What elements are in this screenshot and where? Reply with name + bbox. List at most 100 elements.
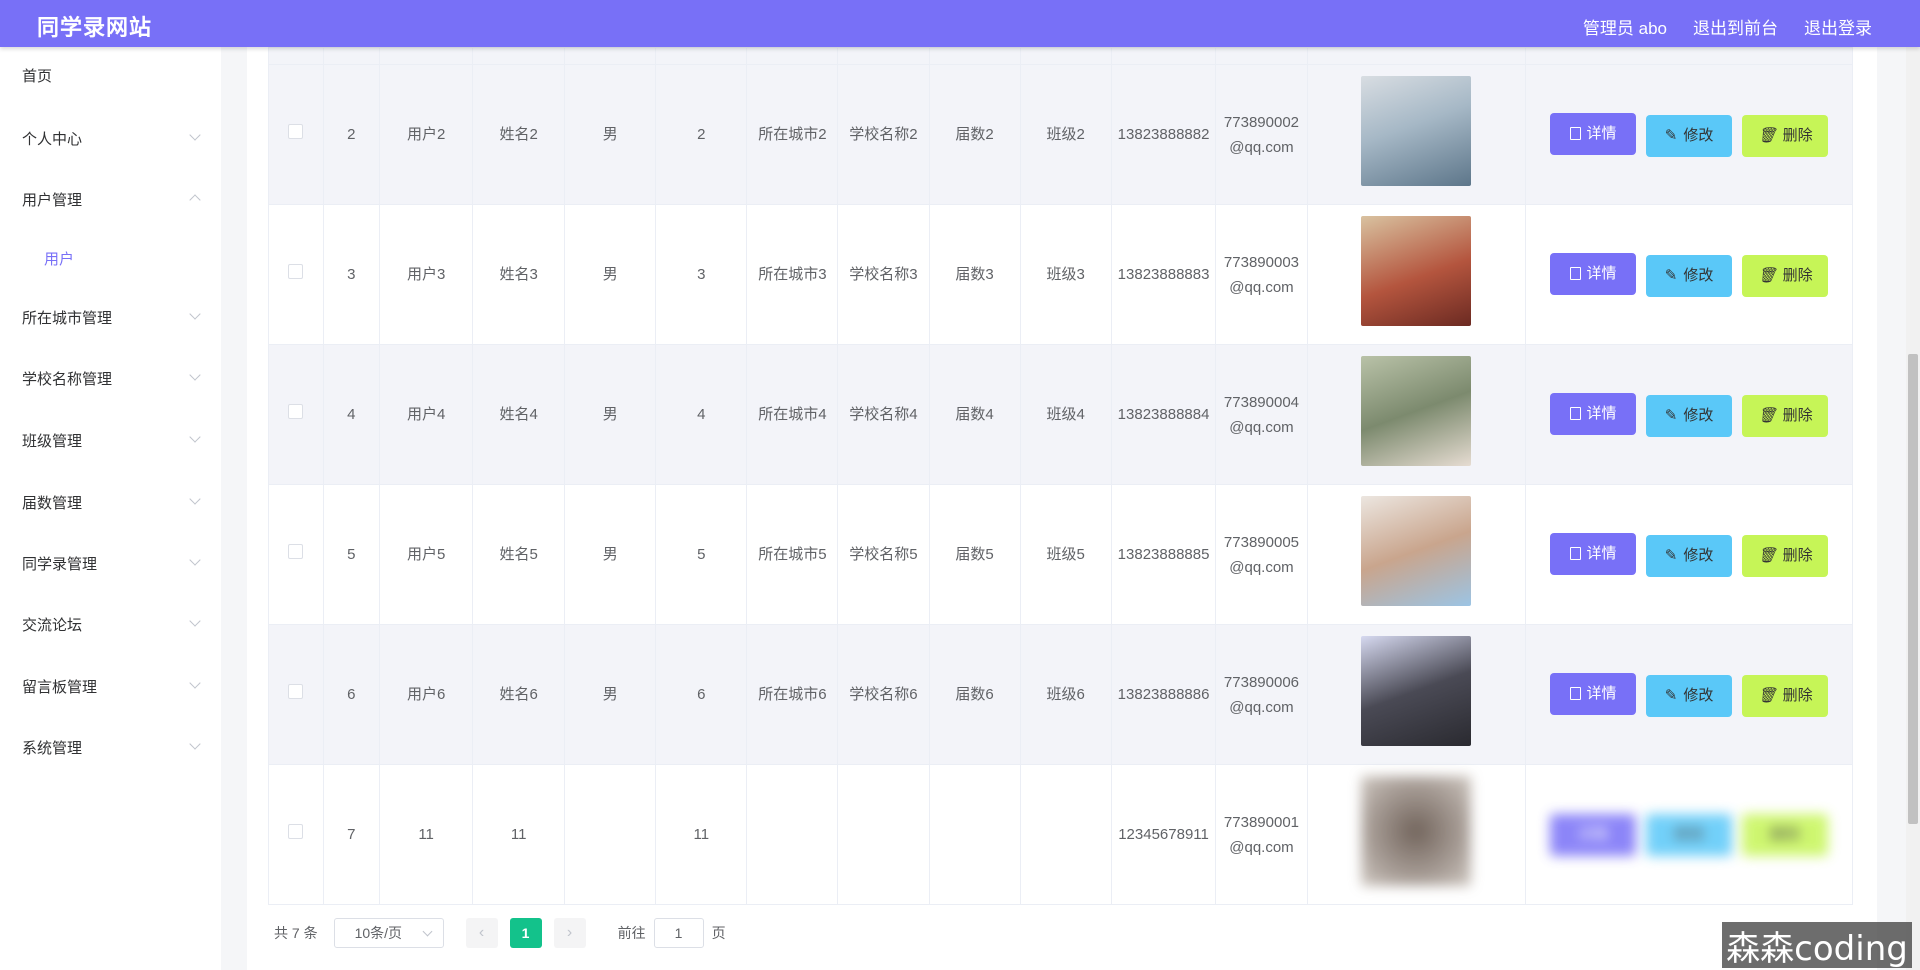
account-cell: 用户2 [379, 64, 474, 205]
page-size-select[interactable]: 10条/页 [333, 918, 444, 948]
phone-cell: 13823888886 [1110, 624, 1217, 765]
sidebar-item-label: 留言板管理 [22, 678, 98, 696]
edit-button[interactable]: ✎ 修改 [1646, 254, 1733, 297]
detail-button[interactable]: 详情 [1550, 392, 1637, 435]
total-count: 共 7 条 [274, 925, 318, 941]
sidebar-item-personal-center[interactable]: 个人中心 [0, 113, 221, 163]
user-photo[interactable] [1361, 775, 1472, 886]
trash-icon: 🗑 [1757, 267, 1777, 284]
chevron-down-icon [189, 308, 201, 320]
sidebar-item-guestbook-management[interactable]: 留言板管理 [0, 661, 221, 711]
email-cell: 773890001@qq.com [1215, 764, 1308, 905]
email-cell: 773890006@qq.com [1215, 624, 1308, 765]
school-cell: 学校名称2 [837, 64, 930, 205]
sidebar-item-grade-management[interactable]: 届数管理 [0, 477, 221, 527]
detail-button[interactable]: 详情 [1550, 672, 1637, 715]
edit-button[interactable]: ✎ 修改 [1646, 114, 1733, 157]
city-cell: 所在城市5 [746, 484, 839, 625]
logout-link[interactable]: 退出登录 [1804, 14, 1872, 39]
sidebar-item-label: 同学录管理 [22, 555, 98, 573]
detail-button[interactable]: 详情 [1550, 813, 1637, 856]
detail-button[interactable]: 详情 [1550, 112, 1637, 155]
exit-to-front-link[interactable]: 退出到前台 [1693, 14, 1778, 39]
row-checkbox[interactable] [288, 404, 304, 419]
class-cell: 班级2 [1019, 64, 1112, 205]
user-photo[interactable] [1361, 75, 1472, 186]
row-checkbox[interactable] [288, 684, 304, 699]
document-icon [1569, 267, 1581, 280]
sidebar-item-school-management[interactable]: 学校名称管理 [0, 353, 221, 403]
sidebar-item-users[interactable]: 用户 [0, 233, 221, 283]
school-cell: 学校名称3 [837, 204, 930, 345]
sidebar-item-city-management[interactable]: 所在城市管理 [0, 292, 221, 342]
top-navbar: 同学录网站 管理员 abo 退出到前台 退出登录 [0, 0, 1920, 47]
sidebar-item-label: 系统管理 [22, 739, 83, 757]
delete-button[interactable]: 删除 [1742, 813, 1829, 856]
table-row-partial [268, 47, 1853, 65]
account-cell: 11 [379, 764, 474, 905]
page-number-current[interactable]: 1 [509, 918, 542, 948]
trash-icon: 🗑 [1757, 687, 1777, 704]
row-index: 2 [322, 64, 381, 205]
sidebar-item-system-management[interactable]: 系统管理 [0, 722, 221, 772]
sidebar-item-classmates-management[interactable]: 同学录管理 [0, 538, 221, 588]
gender-cell [564, 764, 657, 905]
detail-button[interactable]: 详情 [1550, 532, 1637, 575]
scrollbar-thumb[interactable] [1908, 354, 1918, 824]
row-checkbox[interactable] [288, 124, 304, 139]
school-cell: 学校名称5 [837, 484, 930, 625]
row-checkbox[interactable] [288, 544, 304, 559]
name-cell: 姓名6 [472, 624, 566, 765]
user-photo[interactable] [1361, 495, 1472, 606]
prev-page-button[interactable]: ‹ [465, 918, 498, 948]
edit-button[interactable]: ✎ 修改 [1646, 674, 1733, 717]
edit-button[interactable]: ✎ 修改 [1646, 394, 1733, 437]
grade-cell: 届数3 [928, 204, 1021, 345]
phone-cell: 13823888882 [1110, 64, 1217, 205]
delete-button[interactable]: 🗑 删除 [1742, 394, 1829, 437]
sidebar-item-user-management[interactable]: 用户管理 [0, 174, 221, 224]
edit-button[interactable]: ✎ 修改 [1646, 534, 1733, 577]
row-checkbox[interactable] [288, 264, 304, 279]
goto-suffix: 页 [711, 925, 726, 941]
next-page-button[interactable]: › [553, 918, 586, 948]
delete-button[interactable]: 🗑 删除 [1742, 534, 1829, 577]
table-row: 4 用户4 姓名4 男 4 所在城市4 学校名称4 届数4 班级4 138238… [268, 344, 1853, 485]
user-photo[interactable] [1361, 635, 1472, 746]
chevron-down-icon [189, 677, 201, 689]
user-photo[interactable] [1361, 215, 1472, 326]
sidebar-item-class-management[interactable]: 班级管理 [0, 415, 221, 465]
document-icon [1569, 687, 1581, 700]
grade-cell: 届数5 [928, 484, 1021, 625]
edit-button[interactable]: 修改 [1646, 813, 1733, 856]
page-scrollbar[interactable] [1906, 47, 1920, 970]
admin-label[interactable]: 管理员 abo [1583, 14, 1667, 39]
sidebar-item-home[interactable]: 首页 [0, 50, 221, 100]
detail-button[interactable]: 详情 [1550, 252, 1637, 295]
row-index: 7 [322, 764, 381, 905]
name-cell: 姓名4 [472, 344, 566, 485]
user-photo[interactable] [1361, 355, 1472, 466]
sidebar-item-label: 个人中心 [22, 130, 83, 148]
trash-icon: 🗑 [1757, 127, 1777, 144]
delete-button[interactable]: 🗑 删除 [1742, 114, 1829, 157]
grade-cell: 届数2 [928, 64, 1021, 205]
table-row: 5 用户5 姓名5 男 5 所在城市5 学校名称5 届数5 班级5 138238… [268, 484, 1853, 625]
city-cell: 所在城市6 [746, 624, 839, 765]
row-checkbox[interactable] [288, 824, 304, 839]
pencil-icon: ✎ [1664, 267, 1678, 284]
delete-button[interactable]: 🗑 删除 [1742, 254, 1829, 297]
class-cell: 班级5 [1019, 484, 1112, 625]
chevron-down-icon [189, 369, 201, 381]
sidebar-item-label: 首页 [22, 67, 53, 85]
goto-page-input[interactable]: 1 [653, 918, 704, 948]
age-cell: 4 [655, 344, 748, 485]
class-cell [1019, 764, 1112, 905]
pencil-icon: ✎ [1664, 127, 1678, 144]
sidebar-item-forum[interactable]: 交流论坛 [0, 599, 221, 649]
class-cell: 班级3 [1019, 204, 1112, 345]
sidebar-item-label: 学校名称管理 [22, 370, 113, 388]
table-row: 2 用户2 姓名2 男 2 所在城市2 学校名称2 届数2 班级2 138238… [268, 64, 1853, 205]
age-cell: 3 [655, 204, 748, 345]
delete-button[interactable]: 🗑 删除 [1742, 674, 1829, 717]
